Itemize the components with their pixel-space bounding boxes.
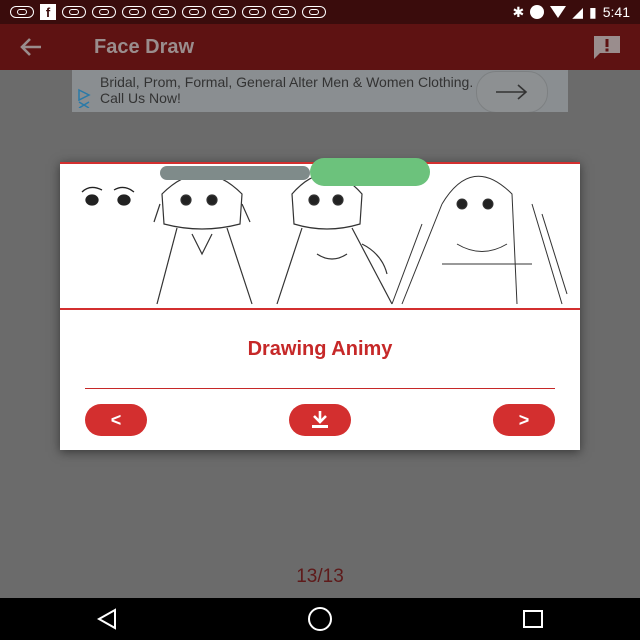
nav-home-button[interactable] [300, 604, 340, 634]
voicemail-icon [122, 6, 146, 18]
system-icons: ✱ ◢ ▮ 5:41 [513, 4, 630, 21]
do-not-disturb-icon [530, 5, 545, 19]
status-time: 5:41 [602, 4, 630, 20]
notification-icons: f [10, 4, 326, 20]
divider [85, 388, 555, 389]
previous-button[interactable]: < [85, 404, 147, 436]
back-arrow-icon[interactable] [16, 32, 46, 62]
voicemail-icon [212, 6, 236, 18]
voicemail-icon [242, 6, 266, 18]
app-title: Face Draw [94, 35, 195, 58]
voicemail-icon [182, 6, 206, 18]
feedback-icon[interactable] [590, 32, 624, 62]
recents-square-icon [523, 610, 544, 628]
status-bar: f ✱ ◢ ▮ 5:41 [0, 0, 640, 24]
download-icon [312, 411, 328, 428]
ad-text[interactable]: Bridal, Prom, Formal, General Alter Men … [100, 74, 480, 106]
home-circle-icon [307, 607, 332, 631]
nav-back-button[interactable] [87, 604, 127, 634]
page-counter: 13/13 [296, 566, 344, 587]
facebook-icon: f [40, 4, 56, 20]
voicemail-icon [62, 6, 86, 18]
wifi-icon [550, 6, 567, 18]
nav-recents-button[interactable] [513, 604, 553, 634]
battery-charging-icon: ▮ [589, 3, 597, 20]
drawing-image [60, 158, 580, 310]
ad-choices-icon[interactable] [76, 84, 94, 109]
next-button[interactable]: > [493, 404, 555, 436]
loading-track [160, 166, 310, 180]
voicemail-icon [302, 6, 326, 18]
loading-indicator [310, 158, 430, 186]
message-icon [10, 6, 34, 18]
drawing-title: Drawing Animy [247, 338, 393, 360]
navigation-bar [0, 598, 640, 640]
bluetooth-icon: ✱ [512, 3, 525, 20]
app-bar: Face Draw [0, 24, 640, 70]
download-button[interactable] [289, 404, 351, 436]
image-dialog: Drawing Animy < > [60, 158, 580, 450]
back-triangle-icon [96, 608, 116, 630]
voicemail-icon [92, 6, 116, 18]
ad-arrow-button[interactable] [476, 71, 548, 112]
voicemail-icon [272, 6, 296, 18]
ad-banner[interactable]: Bridal, Prom, Formal, General Alter Men … [72, 70, 568, 112]
voicemail-icon [152, 6, 176, 18]
signal-icon: ◢ [572, 3, 584, 20]
